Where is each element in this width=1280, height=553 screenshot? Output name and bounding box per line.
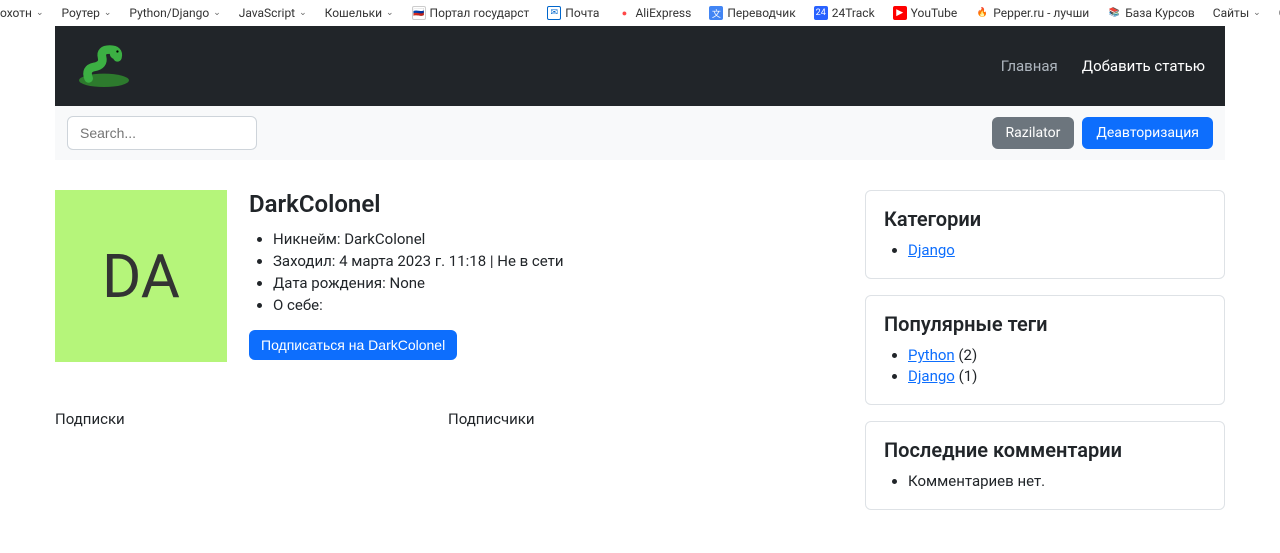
translate-icon: 文 [709, 6, 723, 20]
bookmark-item[interactable]: 24 24Track [814, 6, 875, 20]
list-item: Django [908, 241, 1206, 259]
profile-birthday: Дата рождения: None [273, 274, 564, 292]
tabs-row: Подписки Подписчики [55, 410, 841, 428]
profile-name: DarkColonel [249, 190, 564, 218]
comments-card: Последние комментарии Комментариев нет. [865, 421, 1225, 510]
track-icon: 24 [814, 6, 828, 20]
bookmark-label: AliExpress [635, 6, 691, 20]
chevron-down-icon: ⌄ [36, 8, 44, 18]
avatar-initials: DA [102, 241, 180, 312]
chevron-down-icon: ⌄ [213, 8, 221, 18]
chevron-down-icon: ⌄ [299, 8, 307, 18]
bookmark-label: 24Track [832, 6, 875, 20]
chevron-down-icon: ⌄ [104, 8, 112, 18]
bookmark-label: охотн [0, 6, 32, 20]
bookmark-item[interactable]: 🔥 Pepper.ru - лучши [975, 6, 1089, 20]
logout-button[interactable]: Деавторизация [1082, 117, 1213, 149]
bookmark-item[interactable]: 文 Переводчик [709, 6, 795, 20]
bookmark-label: Портал государст [430, 6, 530, 20]
comments-empty: Комментариев нет. [908, 472, 1206, 490]
bookmark-item[interactable]: ▶ YouTube [893, 6, 958, 20]
nav-links: Главная Добавить статью [1001, 57, 1205, 75]
nav-home[interactable]: Главная [1001, 57, 1058, 75]
bookmark-item[interactable]: Сайты ⌄ [1213, 6, 1261, 20]
bookmark-item[interactable]: охотн ⌄ [0, 6, 44, 20]
profile-info: DarkColonel Никнейм: DarkColonel Заходил… [249, 190, 564, 360]
bookmark-label: Сайты [1213, 6, 1249, 20]
tags-card: Популярные теги Python (2) Django (1) [865, 295, 1225, 405]
bookmark-item[interactable]: JavaScript ⌄ [239, 6, 307, 20]
bookmark-label: Кошельки [325, 6, 382, 20]
category-link[interactable]: Django [908, 241, 955, 259]
profile-block: DA DarkColonel Никнейм: DarkColonel Захо… [55, 190, 841, 362]
youtube-icon: ▶ [893, 6, 907, 20]
main-row: DA DarkColonel Никнейм: DarkColonel Захо… [55, 160, 1225, 526]
bookmark-label: База Курсов [1125, 6, 1195, 20]
chevron-down-icon: ⌄ [1253, 8, 1261, 18]
site-logo[interactable] [75, 40, 133, 92]
mail-icon: ✉ [547, 6, 561, 20]
bookmark-label: JavaScript [239, 6, 295, 20]
courses-icon: 📚 [1107, 6, 1121, 20]
categories-title: Категории [884, 207, 1206, 231]
subscribe-button[interactable]: Подписаться на DarkColonel [249, 330, 457, 360]
profile-lastseen: Заходил: 4 марта 2023 г. 11:18 | Не в се… [273, 252, 564, 270]
bookmark-item[interactable]: ● AliExpress [617, 6, 691, 20]
tag-count: (2) [958, 346, 977, 364]
page-container: Главная Добавить статью Razilator Деавто… [55, 26, 1225, 526]
snake-logo-icon [75, 40, 133, 88]
comments-title: Последние комментарии [884, 438, 1206, 462]
bookmark-label: Переводчик [727, 6, 795, 20]
categories-list: Django [884, 241, 1206, 259]
profile-details-list: Никнейм: DarkColonel Заходил: 4 марта 20… [249, 230, 564, 314]
tag-count: (1) [959, 367, 978, 385]
bookmark-label: Pepper.ru - лучши [993, 6, 1089, 20]
tag-link[interactable]: Python [908, 346, 955, 364]
pepper-icon: 🔥 [975, 6, 989, 20]
bookmark-item[interactable]: Кошельки ⌄ [325, 6, 394, 20]
navbar: Главная Добавить статью [55, 26, 1225, 106]
profile-about: О себе: [273, 296, 564, 314]
bookmark-label: Python/Django [129, 6, 209, 20]
bookmarks-bar: охотн ⌄ Роутер ⌄ Python/Django ⌄ JavaScr… [0, 0, 1280, 26]
bookmark-item[interactable]: 🇷🇺 Портал государст [412, 6, 530, 20]
nav-add-article[interactable]: Добавить статью [1082, 57, 1205, 75]
subbar-right: Razilator Деавторизация [992, 117, 1213, 149]
bookmark-label: Роутер [62, 6, 100, 20]
tags-list: Python (2) Django (1) [884, 346, 1206, 385]
tab-subscriptions[interactable]: Подписки [55, 410, 448, 428]
aliexpress-icon: ● [617, 6, 631, 20]
search-input[interactable] [67, 116, 257, 150]
list-item: Python (2) [908, 346, 1206, 364]
avatar: DA [55, 190, 227, 362]
tags-title: Популярные теги [884, 312, 1206, 336]
bookmark-label: Почта [565, 6, 599, 20]
bookmark-item[interactable]: Python/Django ⌄ [129, 6, 220, 20]
bookmark-item[interactable]: Роутер ⌄ [62, 6, 112, 20]
sidebar: Категории Django Популярные теги Python … [865, 190, 1225, 526]
bookmark-item[interactable]: ✉ Почта [547, 6, 599, 20]
profile-nickname: Никнейм: DarkColonel [273, 230, 564, 248]
bookmark-item[interactable]: 📚 База Курсов [1107, 6, 1195, 20]
username-button[interactable]: Razilator [992, 117, 1075, 149]
subbar: Razilator Деавторизация [55, 106, 1225, 160]
flag-icon: 🇷🇺 [412, 6, 426, 20]
list-item: Django (1) [908, 367, 1206, 385]
chevron-down-icon: ⌄ [386, 8, 394, 18]
comments-list: Комментариев нет. [884, 472, 1206, 490]
main-column: DA DarkColonel Никнейм: DarkColonel Захо… [55, 190, 841, 526]
categories-card: Категории Django [865, 190, 1225, 279]
bookmark-label: YouTube [911, 6, 958, 20]
tag-link[interactable]: Django [908, 367, 955, 385]
tab-subscribers[interactable]: Подписчики [448, 410, 841, 428]
